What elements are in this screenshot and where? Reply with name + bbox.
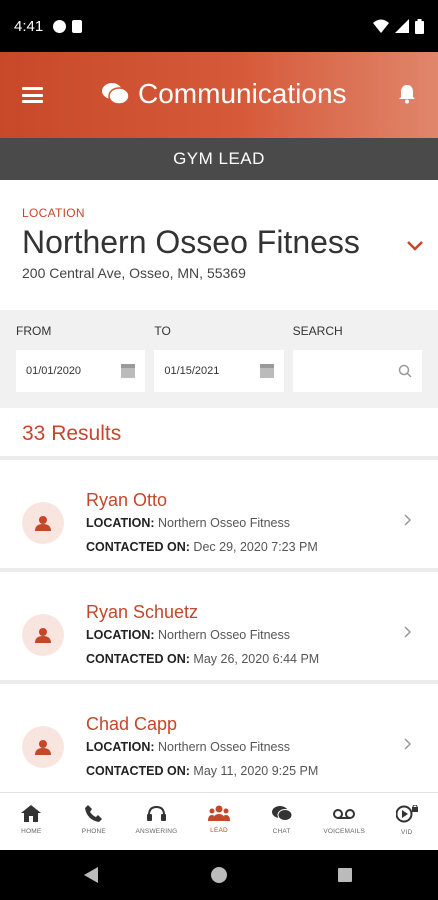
lead-list-item[interactable]: Chad Capp LOCATION: Northern Osseo Fitne… — [0, 684, 438, 792]
bell-icon — [399, 85, 415, 104]
home-icon — [21, 805, 42, 822]
lead-contacted: CONTACTED ON: May 26, 2020 6:44 PM — [86, 652, 320, 666]
nav-voicemails[interactable]: VOICEMAILS — [313, 793, 376, 850]
lead-contacted: CONTACTED ON: May 11, 2020 9:25 PM — [86, 764, 319, 778]
location-name: Northern Osseo Fitness — [22, 224, 360, 260]
lead-list-item[interactable]: Ryan Schuetz LOCATION: Northern Osseo Fi… — [0, 572, 438, 684]
main-content: LOCATION Northern Osseo Fitness 200 Cent… — [0, 180, 438, 792]
menu-button[interactable] — [22, 87, 43, 103]
filters-bar: FROM 01/01/2020 TO 01/15/2021 SEARCH — [0, 310, 438, 408]
location-address: 200 Central Ave, Osseo, MN, 55369 — [22, 265, 246, 281]
app-header: Communications — [0, 52, 438, 138]
calendar-icon — [259, 364, 274, 378]
lead-list-item[interactable]: Ryan Otto LOCATION: Northern Osseo Fitne… — [0, 460, 438, 572]
search-label: SEARCH — [292, 324, 343, 338]
from-date-value: 01/01/2020 — [26, 365, 82, 377]
nav-answering[interactable]: ANSWERING — [125, 793, 188, 850]
to-date-value: 01/15/2021 — [164, 365, 220, 377]
phone-icon — [85, 805, 103, 822]
play-icon — [395, 805, 418, 823]
avatar — [22, 614, 64, 656]
person-icon — [35, 628, 51, 643]
chat-icon — [271, 806, 292, 821]
battery-icon — [415, 18, 424, 34]
nav-home[interactable]: HOME — [0, 793, 63, 850]
chevron-right-icon — [404, 626, 412, 638]
nav-vid[interactable]: VID — [375, 793, 438, 850]
chevron-right-icon — [404, 514, 412, 526]
status-time: 4:41 — [14, 17, 44, 35]
app-title: Communications — [138, 78, 347, 109]
avatar — [22, 726, 64, 768]
nav-chat[interactable]: CHAT — [250, 793, 313, 850]
nav-lead[interactable]: LEAD — [188, 793, 251, 850]
chevron-down-icon — [407, 241, 423, 251]
avatar — [22, 502, 64, 544]
group-icon — [208, 805, 231, 821]
search-input[interactable] — [292, 350, 422, 392]
to-date-field[interactable]: 01/15/2021 — [154, 350, 284, 392]
system-nav-bar — [0, 850, 438, 900]
from-date-field[interactable]: 01/01/2020 — [16, 350, 146, 392]
lead-location: LOCATION: Northern Osseo Fitness — [86, 740, 290, 754]
bottom-nav: HOME PHONE ANSWERING LEAD CHAT VOICEMAIL… — [0, 792, 438, 850]
person-icon — [35, 516, 51, 531]
location-selector[interactable]: LOCATION Northern Osseo Fitness 200 Cent… — [0, 180, 438, 310]
lead-location: LOCATION: Northern Osseo Fitness — [86, 628, 290, 642]
chevron-right-icon — [404, 738, 412, 750]
lead-contacted: CONTACTED ON: Dec 29, 2020 7:23 PM — [86, 540, 318, 554]
recents-icon[interactable] — [338, 868, 352, 882]
chat-bubbles-icon — [102, 83, 130, 105]
section-title: GYM LEAD — [0, 138, 438, 180]
nav-phone[interactable]: PHONE — [63, 793, 126, 850]
search-icon — [398, 364, 412, 378]
signal-icon — [395, 19, 409, 33]
calendar-icon — [121, 364, 136, 378]
wifi-icon — [373, 19, 389, 33]
results-count: 33 Results — [22, 422, 122, 445]
sd-card-icon — [72, 19, 83, 33]
status-bar: 4:41 — [0, 0, 438, 52]
lead-location: LOCATION: Northern Osseo Fitness — [86, 516, 290, 530]
back-icon[interactable] — [84, 867, 98, 883]
headset-icon — [146, 805, 166, 821]
location-label: LOCATION — [22, 206, 85, 220]
from-label: FROM — [16, 324, 52, 338]
to-label: TO — [154, 324, 171, 338]
home-button-icon[interactable] — [211, 867, 227, 883]
voicemail-icon — [333, 809, 356, 819]
lead-name: Ryan Otto — [86, 490, 168, 510]
lead-name: Ryan Schuetz — [86, 602, 199, 622]
lead-name: Chad Capp — [86, 714, 178, 734]
notifications-button[interactable] — [398, 84, 416, 109]
menu-icon — [22, 87, 43, 90]
person-icon — [35, 740, 51, 755]
notification-icon — [53, 19, 67, 33]
